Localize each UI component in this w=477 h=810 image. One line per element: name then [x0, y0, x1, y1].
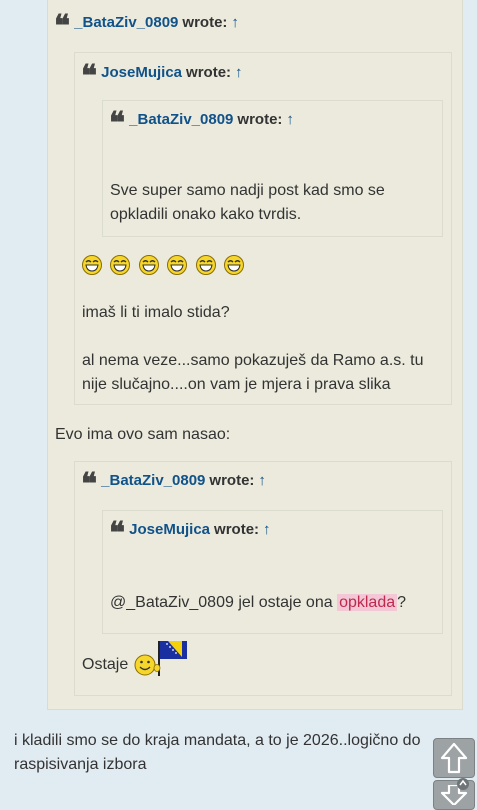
- post-text: i kladili smo se do kraja mandata, a to …: [14, 732, 421, 749]
- laughing-smiley-icon: [82, 255, 102, 275]
- quote-text: @_BataZiv_0809 jel ostaje ona opklada?: [110, 591, 406, 615]
- author-link[interactable]: JoseMujica: [101, 64, 182, 81]
- quote-text: Sve super samo nadji post kad smo se: [110, 182, 385, 199]
- quote-text-part: @_BataZiv_0809 jel ostaje ona: [110, 594, 338, 611]
- quote-icon: ❝: [81, 468, 97, 501]
- wrote-label: wrote:: [209, 472, 255, 489]
- flag-smiley-icon: [134, 641, 187, 676]
- laughing-smiley-icon: [224, 255, 245, 275]
- wrote-label: wrote:: [182, 14, 228, 31]
- jump-to-post-link[interactable]: ↑: [235, 64, 243, 81]
- quote-text: Ostaje: [82, 656, 129, 673]
- quote-text: al nema veze...samo pokazuješ da Ramo a.…: [82, 352, 424, 369]
- quote-cite: ❝ JoseMujica wrote: ↑: [109, 519, 271, 549]
- jump-to-post-link[interactable]: ↑: [263, 521, 271, 538]
- quote-cite: ❝ _BataZiv_0809 wrote: ↑: [81, 470, 266, 500]
- quote-text: nije slučajno....on vam je mjera i prava…: [82, 376, 391, 393]
- quote-cite: ❝ _BataZiv_0809 wrote: ↑: [109, 109, 294, 139]
- wrote-label: wrote:: [186, 64, 232, 81]
- scroll-up-button[interactable]: [433, 738, 475, 778]
- author-link[interactable]: JoseMujica: [129, 521, 210, 538]
- scroll-grip-icon: [457, 778, 469, 790]
- quote-block-bataziv-inner: ❝ _BataZiv_0809 wrote: ↑ Sve super samo nad…: [102, 100, 443, 237]
- jump-to-post-link[interactable]: ↑: [231, 14, 239, 31]
- quote-text-part: ?: [397, 594, 407, 611]
- jump-to-post-link[interactable]: ↑: [258, 472, 266, 489]
- laughing-smiley-icon: [195, 255, 216, 275]
- scroll-up-icon: [440, 742, 468, 774]
- wrote-label: wrote:: [237, 111, 283, 128]
- laughing-smiley-icon: [138, 255, 159, 275]
- quote-icon: ❝: [109, 107, 125, 140]
- jump-to-post-link[interactable]: ↑: [286, 111, 294, 128]
- laughing-smiley-icon: [167, 255, 188, 275]
- highlighted-word: opklada: [337, 594, 398, 611]
- quote-text: opkladili onako kako tvrdis.: [110, 206, 302, 223]
- author-link[interactable]: _BataZiv_0809: [101, 472, 205, 489]
- quote-icon: ❝: [54, 10, 70, 43]
- quote-cite: ❝ _BataZiv_0809 wrote: ↑: [54, 12, 239, 42]
- author-link[interactable]: _BataZiv_0809: [74, 14, 178, 31]
- quote-icon: ❝: [109, 517, 125, 550]
- laughing-smiley-icon: [110, 255, 131, 275]
- smiley-row: [81, 254, 247, 276]
- wrote-label: wrote:: [214, 521, 260, 538]
- post-text: raspisivanja izbora: [14, 756, 147, 773]
- quote-text: imaš li ti imalo stida?: [82, 304, 230, 321]
- author-link[interactable]: _BataZiv_0809: [129, 111, 233, 128]
- quote-cite: ❝ JoseMujica wrote: ↑: [81, 62, 243, 92]
- quote-block-josemujica-second: ❝ JoseMujica wrote: ↑ @_BataZiv_0809 jel os…: [102, 510, 443, 634]
- quote-text: Evo ima ovo sam nasao:: [55, 426, 231, 443]
- quote-icon: ❝: [81, 60, 97, 93]
